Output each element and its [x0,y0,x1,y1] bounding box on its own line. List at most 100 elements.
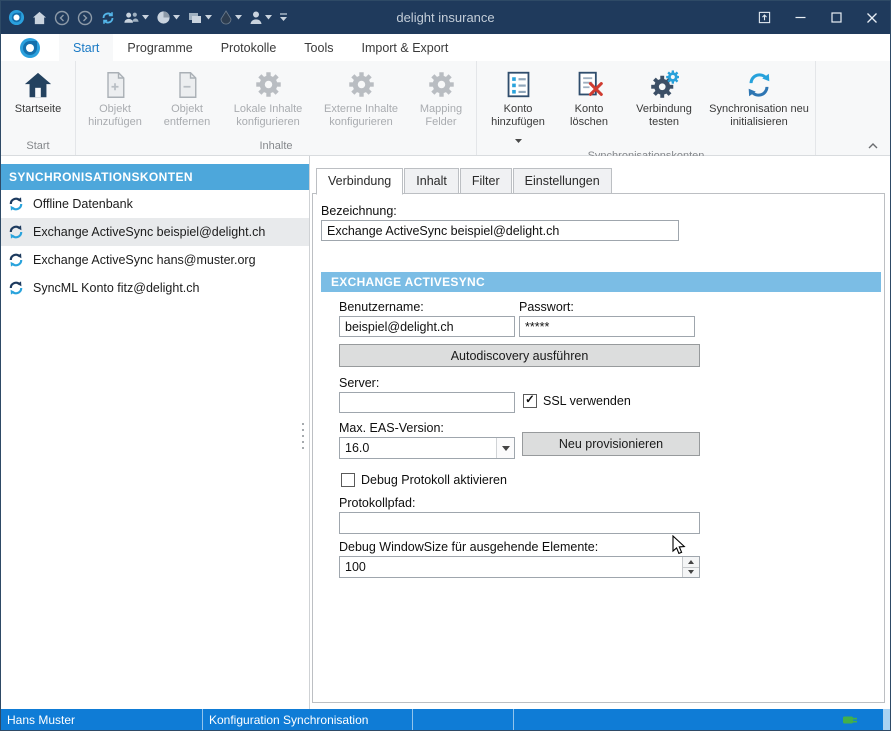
objekt-entfernen-button[interactable]: Objekt entfernen [152,64,222,138]
sidebar-item-syncml-fitz[interactable]: SyncML Konto fitz@delight.ch [1,274,309,302]
checkbox-box[interactable] [341,473,355,487]
eas-version-select[interactable]: 16.0 [339,437,515,459]
home-icon[interactable] [32,6,47,30]
synchronisation-neu-initialisieren-button[interactable]: Synchronisation neu initialisieren [707,64,811,148]
ribbon-group-start: Startseite Start [1,61,76,155]
content-area: SYNCHRONISATIONSKONTEN Offline Datenbank… [1,156,890,709]
konto-hinzufuegen-button[interactable]: Konto hinzufügen [481,64,555,148]
server-input[interactable] [339,392,515,413]
tab-filter[interactable]: Filter [460,168,512,194]
contacts-icon[interactable] [123,6,149,30]
button-label: Lokale Inhalte konfigurieren [224,103,312,129]
tab-panel-verbindung: Bezeichnung: EXCHANGE ACTIVESYNC Benutze… [312,193,885,703]
spinner-buttons [682,557,699,577]
forward-icon[interactable] [77,6,93,30]
sync-icon [7,195,25,213]
ribbon-group-label: Inhalte [80,138,472,155]
passwort-input[interactable] [519,316,695,337]
ribbon: Startseite Start Objekt hinzufügen Objek… [1,61,890,156]
detail-tabs: Verbindung Inhalt Filter Einstellungen [312,168,885,194]
chevron-down-icon[interactable] [496,438,514,458]
protokollpfad-input[interactable] [339,512,700,534]
back-icon[interactable] [54,6,70,30]
qat-menu-chevron-icon[interactable] [279,6,288,30]
externe-inhalte-konfigurieren-button[interactable]: Externe Inhalte konfigurieren [314,64,408,138]
refresh-icon[interactable] [100,6,116,30]
ribbon-tab-import-export[interactable]: Import & Export [347,34,462,61]
ribbon-tab-tools[interactable]: Tools [290,34,347,61]
user-icon[interactable] [249,6,272,30]
bezeichnung-input[interactable] [321,220,679,241]
application-window: delight insurance Start Programme Protok… [0,0,891,731]
maximize-icon[interactable] [818,1,854,34]
verbindung-testen-button[interactable]: Verbindung testen [623,64,705,148]
autodiscovery-button[interactable]: Autodiscovery ausführen [339,344,700,367]
startseite-button[interactable]: Startseite [5,64,71,138]
tab-einstellungen[interactable]: Einstellungen [513,168,612,194]
ribbon-tab-start[interactable]: Start [59,34,113,61]
button-label: Mapping Felder [410,103,472,129]
close-icon[interactable] [854,1,890,34]
splitter-handle[interactable] [299,418,307,454]
sync-icon [7,251,25,269]
button-label: Objekt entfernen [152,103,222,129]
tab-verbindung[interactable]: Verbindung [316,168,403,195]
sidebar-item-label: Exchange ActiveSync hans@muster.org [33,253,256,267]
button-label: Konto hinzufügen [481,103,555,129]
collapse-ribbon-button[interactable] [865,139,881,152]
statusbar-user: Hans Muster [1,713,202,727]
button-label: Verbindung testen [623,103,705,129]
ribbon-group-synchronisationskonten: Konto hinzufügen Konto löschen Verbindun… [477,61,816,155]
chevron-down-icon [515,130,522,148]
sidebar-item-exchange-hans[interactable]: Exchange ActiveSync hans@muster.org [1,246,309,274]
quick-access-toolbar [1,6,288,30]
resize-grip[interactable] [883,709,890,730]
windowsize-input[interactable] [339,556,700,578]
spinner-down-icon[interactable] [683,567,699,578]
lokale-inhalte-konfigurieren-button[interactable]: Lokale Inhalte konfigurieren [224,64,312,138]
tab-inhalt[interactable]: Inhalt [404,168,459,194]
document-add-icon [101,67,129,102]
button-label: Externe Inhalte konfigurieren [314,103,408,129]
account-delete-icon [575,67,604,102]
statusbar-separator [513,709,514,730]
sidebar-item-label: SyncML Konto fitz@delight.ch [33,281,199,295]
benutzername-label: Benutzername: [339,300,424,314]
titlebar: delight insurance [1,1,890,34]
minimize-icon[interactable] [782,1,818,34]
konto-loeschen-button[interactable]: Konto löschen [557,64,621,148]
statusbar-context: Konfiguration Synchronisation [203,713,412,727]
gear-icon [428,67,455,102]
spinner-up-icon[interactable] [683,557,699,567]
windowsize-stepper [339,556,700,578]
windowsize-label: Debug WindowSize für ausgehende Elemente… [339,540,598,554]
sync-icon [7,279,25,297]
mapping-felder-button[interactable]: Mapping Felder [410,64,472,138]
window-controls [746,1,890,34]
ribbon-tab-programme[interactable]: Programme [113,34,206,61]
ssl-checkbox[interactable]: ✓ SSL verwenden [523,394,631,408]
ssl-checkbox-label: SSL verwenden [543,394,631,408]
objekt-hinzufuegen-button[interactable]: Objekt hinzufügen [80,64,150,138]
passwort-label: Passwort: [519,300,574,314]
pie-chart-icon[interactable] [156,6,180,30]
sidebar-item-offline-datenbank[interactable]: Offline Datenbank [1,190,309,218]
sidebar-item-exchange-beispiel[interactable]: Exchange ActiveSync beispiel@delight.ch [1,218,309,246]
layers-icon[interactable] [187,6,212,30]
ribbon-group-label: Start [5,138,71,155]
ribbon-tab-protokolle[interactable]: Protokolle [207,34,291,61]
checkbox-box[interactable]: ✓ [523,394,537,408]
button-label: Konto löschen [557,103,621,129]
ink-icon[interactable] [219,6,242,30]
section-header-exchange-activesync: EXCHANGE ACTIVESYNC [321,272,881,292]
protokollpfad-label: Protokollpfad: [339,496,415,510]
neu-provisionieren-button[interactable]: Neu provisionieren [522,432,700,456]
server-label: Server: [339,376,379,390]
app-icon[interactable] [8,6,25,30]
sidebar-header: SYNCHRONISATIONSKONTEN [1,164,309,190]
app-menu-button[interactable] [1,34,59,61]
benutzername-input[interactable] [339,316,515,337]
expand-icon[interactable] [746,1,782,34]
gear-test-icon [649,67,679,102]
debug-protokoll-checkbox[interactable]: Debug Protokoll aktivieren [341,473,507,487]
